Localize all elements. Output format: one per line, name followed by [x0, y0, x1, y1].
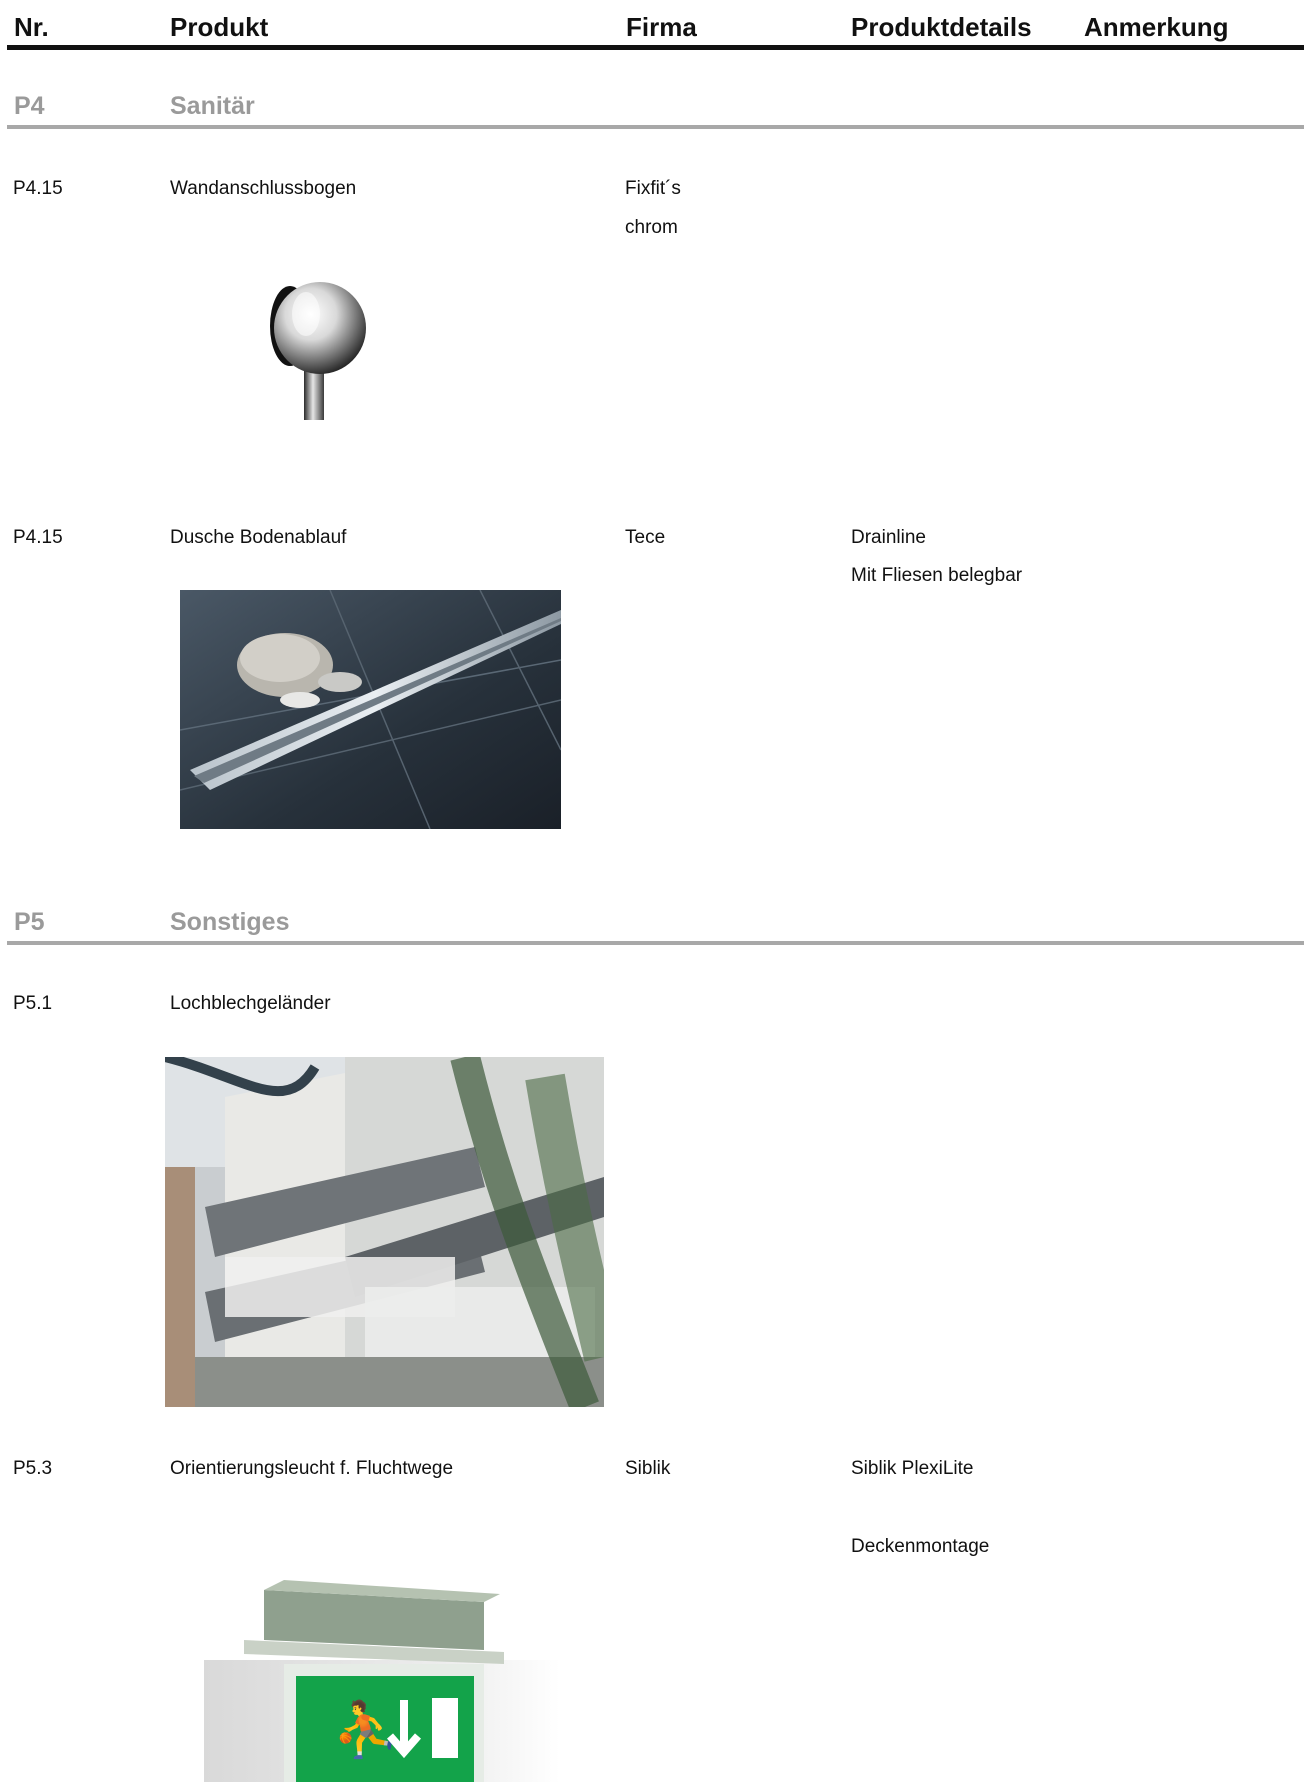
section-divider — [7, 941, 1304, 945]
item-nr: P5.1 — [13, 993, 53, 1014]
item-nr: P5.3 — [13, 1458, 53, 1479]
section-title: Sonstiges — [170, 908, 290, 936]
item-produkt: Dusche Bodenablauf — [170, 527, 347, 548]
section-title: Sanitär — [170, 92, 255, 120]
item-details-line2: Mit Fliesen belegbar — [851, 565, 1023, 586]
item-details-line2: Deckenmontage — [851, 1536, 990, 1557]
item-details: Drainline — [851, 527, 926, 548]
item-nr: P4.15 — [13, 527, 63, 548]
item-firma: Siblik — [625, 1458, 671, 1479]
item-nr: P4.15 — [13, 178, 63, 199]
header-anmerkung: Anmerkung — [1084, 12, 1229, 42]
header-firma: Firma — [626, 12, 697, 42]
wall-outlet-elbow-photo — [262, 280, 372, 422]
item-produkt: Wandanschlussbogen — [170, 178, 357, 199]
header-divider — [7, 45, 1304, 50]
section-nr: P5 — [14, 908, 45, 936]
shower-drain-photo — [180, 590, 561, 829]
section-nr: P4 — [14, 92, 45, 120]
item-firma: Fixfit´s — [625, 178, 681, 199]
header-produkt: Produkt — [170, 12, 269, 42]
svg-text:⛹: ⛹ — [332, 1697, 399, 1761]
item-firma-line2: chrom — [625, 217, 678, 238]
header-nr: Nr. — [14, 12, 49, 42]
item-produkt: Lochblechgeländer — [170, 993, 331, 1014]
section-divider — [7, 125, 1304, 129]
item-details: Siblik PlexiLite — [851, 1458, 974, 1479]
item-produkt: Orientierungsleucht f. Fluchtwege — [170, 1458, 454, 1479]
item-firma: Tece — [625, 527, 666, 548]
perforated-railing-photo — [165, 1057, 604, 1407]
emergency-exit-light-photo: ⛹ — [204, 1580, 560, 1782]
product-sheet: Nr. Produkt Firma Produktdetails Anmerku… — [0, 0, 1304, 1782]
header-produktdetails: Produktdetails — [851, 12, 1032, 42]
